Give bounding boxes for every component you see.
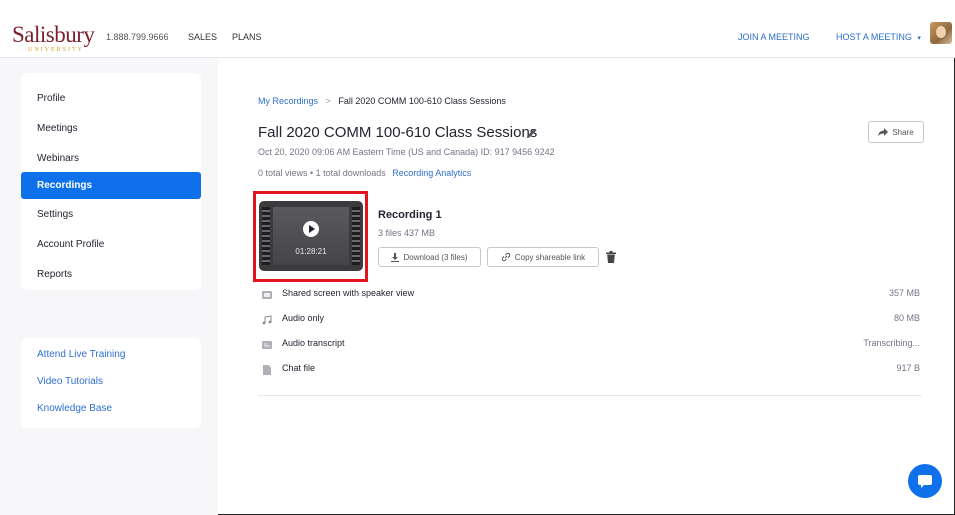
file-row-audio-only[interactable]: Audio only 80 MB (262, 313, 922, 333)
logo-subtitle: UNIVERSITY (28, 47, 84, 53)
file-row-audio-transcript[interactable]: Audio transcript Transcribing... (262, 338, 922, 358)
video-tutorials-link[interactable]: Video Tutorials (37, 376, 103, 387)
sidebar-item-account-profile[interactable]: Account Profile (21, 231, 201, 258)
video-icon (262, 291, 272, 299)
phone-number: 1.888.799.9666 (106, 32, 169, 42)
download-label: Download (3 files) (403, 252, 468, 262)
page-title: Fall 2020 COMM 100-610 Class Sessions (258, 124, 538, 141)
file-icon (263, 365, 271, 375)
file-size: 357 MB (888, 288, 920, 298)
sidebar-item-settings[interactable]: Settings (21, 201, 201, 228)
sidebar-item-profile[interactable]: Profile (21, 85, 201, 112)
knowledge-base-link[interactable]: Knowledge Base (37, 403, 112, 414)
recording-duration: 01:28:21 (295, 247, 327, 256)
avatar[interactable] (930, 22, 952, 44)
sidebar-item-meetings[interactable]: Meetings (21, 115, 201, 142)
file-row-chat-file[interactable]: Chat file 917 B (262, 363, 922, 383)
breadcrumb-current: Fall 2020 COMM 100-610 Class Sessions (338, 96, 506, 106)
sidebar-item-reports[interactable]: Reports (21, 261, 201, 288)
host-meeting-label: HOST A MEETING (836, 32, 912, 42)
avatar-face (936, 26, 946, 38)
sidebar: Profile Meetings Webinars Recordings Set… (0, 58, 218, 515)
file-name: Audio only (282, 313, 325, 323)
top-header: Salisbury UNIVERSITY 1.888.799.9666 SALE… (0, 0, 955, 58)
breadcrumb: My Recordings > Fall 2020 COMM 100-610 C… (258, 96, 506, 106)
sidebar-item-webinars[interactable]: Webinars (21, 145, 201, 172)
divider (258, 395, 922, 396)
copy-shareable-link-button[interactable]: Copy shareable link (487, 247, 599, 267)
share-button[interactable]: Share (868, 121, 924, 143)
transcript-icon (262, 341, 272, 349)
recording-analytics-link[interactable]: Recording Analytics (392, 168, 471, 178)
views-downloads-text: 0 total views • 1 total downloads (258, 168, 386, 178)
file-name: Audio transcript (282, 338, 345, 348)
sidebar-item-recordings[interactable]: Recordings (21, 172, 201, 199)
file-name: Shared screen with speaker view (282, 288, 415, 298)
sales-link[interactable]: SALES (188, 32, 217, 42)
file-size: 80 MB (893, 313, 920, 323)
file-size: 917 B (896, 363, 920, 373)
meeting-meta: Oct 20, 2020 09:06 AM Eastern Time (US a… (258, 147, 555, 157)
trash-icon[interactable] (606, 251, 616, 263)
chevron-down-icon: ▾ (917, 35, 921, 42)
salisbury-logo[interactable]: Salisbury (12, 22, 95, 48)
share-label: Share (892, 127, 914, 137)
sidebar-nav: Profile Meetings Webinars Recordings Set… (21, 73, 201, 290)
film-strip-left (262, 207, 270, 265)
music-note-icon (262, 315, 272, 325)
file-size: Transcribing... (863, 338, 920, 348)
chat-support-button[interactable] (908, 464, 942, 498)
plans-link[interactable]: PLANS (232, 32, 262, 42)
breadcrumb-separator: > (325, 96, 331, 106)
share-arrow-icon (878, 128, 889, 136)
sidebar-help-links: Attend Live Training Video Tutorials Kno… (21, 338, 201, 428)
chat-bubble-icon (918, 474, 932, 488)
recording-files-summary: 3 files 437 MB (378, 228, 436, 238)
file-row-shared-screen[interactable]: Shared screen with speaker view 357 MB (262, 288, 922, 308)
attend-live-training-link[interactable]: Attend Live Training (37, 349, 125, 360)
recording-name[interactable]: Recording 1 (378, 209, 442, 221)
breadcrumb-my-recordings[interactable]: My Recordings (258, 96, 318, 106)
file-name: Chat file (282, 363, 316, 373)
play-icon[interactable] (303, 221, 319, 237)
link-icon (501, 252, 511, 262)
recording-stats: 0 total views • 1 total downloads Record… (258, 168, 471, 178)
copy-link-label: Copy shareable link (514, 252, 586, 262)
recording-thumbnail[interactable]: 01:28:21 (259, 201, 363, 271)
download-icon (391, 252, 400, 262)
join-meeting-link[interactable]: JOIN A MEETING (738, 32, 810, 42)
film-strip-right (352, 207, 360, 265)
download-button[interactable]: Download (3 files) (378, 247, 481, 267)
pencil-icon[interactable] (526, 128, 537, 139)
host-meeting-dropdown[interactable]: HOST A MEETING ▾ (836, 32, 921, 42)
